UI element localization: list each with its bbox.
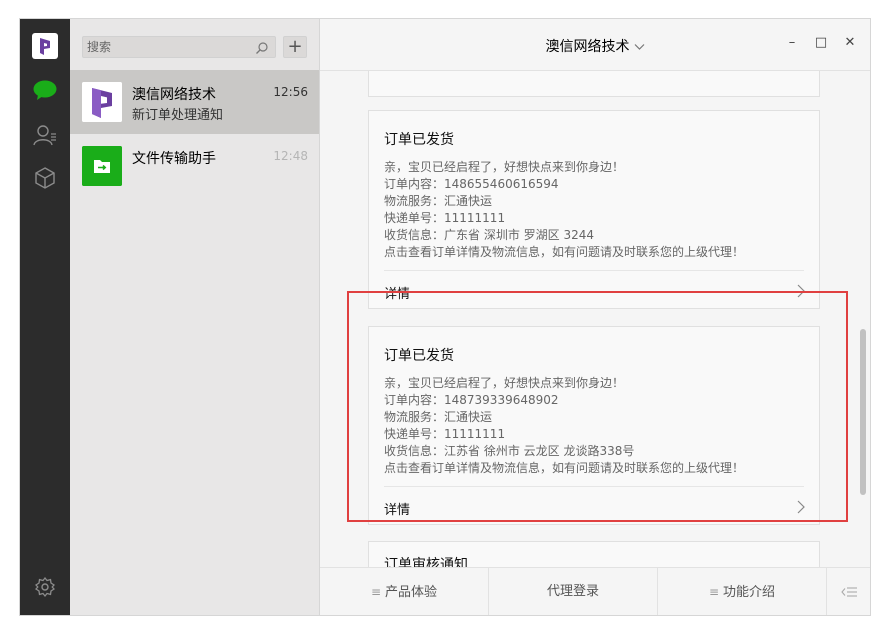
navigation-sidebar	[20, 19, 70, 615]
chat-time: 12:48	[273, 149, 308, 163]
menu-lines-icon: ≡	[370, 585, 382, 599]
card-logistics: 物流服务：汇通快运	[384, 194, 493, 208]
menu-product-experience[interactable]: ≡ 产品体验	[320, 568, 489, 615]
menu-label: 产品体验	[385, 585, 438, 600]
settings-icon[interactable]	[20, 576, 70, 606]
session-list: + 澳信网络技术 新订单处理通知 12:56	[70, 19, 320, 615]
chat-item-aoxin[interactable]: 澳信网络技术 新订单处理通知 12:56	[70, 70, 319, 134]
menu-label: 代理登录	[546, 584, 599, 599]
chat-title-text: 澳信网络技术	[545, 39, 630, 55]
chat-panel: 澳信网络技术 – □ ✕ 订单已发货 亲，宝贝已经启程了，好想快点来到你身边！ …	[320, 19, 870, 615]
chat-item-file-transfer[interactable]: 文件传输助手 12:48	[70, 134, 319, 198]
close-button[interactable]: ✕	[842, 35, 858, 51]
search-input[interactable]	[83, 37, 253, 57]
add-chat-button[interactable]: +	[283, 36, 307, 58]
card-order-content: 订单内容：148655460616594	[384, 177, 559, 191]
highlight-box	[347, 291, 848, 522]
card-title: 订单已发货	[384, 132, 454, 148]
scrollbar[interactable]	[860, 329, 866, 495]
chat-header: 澳信网络技术 – □ ✕	[320, 19, 870, 71]
keyboard-toggle-button[interactable]	[827, 568, 870, 615]
divider	[384, 270, 804, 271]
maximize-button[interactable]: □	[813, 35, 829, 51]
order-shipped-card[interactable]: 订单已发货 亲，宝贝已经启程了，好想快点来到你身边！ 订单内容：14865546…	[368, 110, 820, 309]
menu-agent-login[interactable]: 代理登录	[489, 568, 658, 615]
switch-input-icon	[840, 586, 857, 597]
chat-name: 澳信网络技术	[132, 87, 216, 103]
avatar	[82, 82, 122, 122]
chat-icon[interactable]	[20, 79, 70, 109]
card-title: 订单审核通知	[384, 557, 468, 567]
chat-preview: 新订单处理通知	[132, 108, 224, 123]
chat-time: 12:56	[273, 85, 308, 99]
menu-feature-intro[interactable]: ≡ 功能介绍	[658, 568, 827, 615]
search-icon[interactable]	[255, 40, 269, 59]
card-tracking-number: 快递单号：11111111	[384, 211, 506, 225]
service-menu-bar: ≡ 产品体验 代理登录 ≡ 功能介绍	[320, 567, 870, 615]
chat-name: 文件传输助手	[132, 151, 216, 167]
order-review-card[interactable]: 订单审核通知	[368, 541, 820, 567]
search-box[interactable]	[82, 36, 276, 58]
favorites-box-icon[interactable]	[20, 166, 70, 196]
minimize-button[interactable]: –	[784, 35, 800, 51]
card-address: 收货信息：广东省 深圳市 罗湖区 3244	[384, 228, 594, 242]
wechat-window: + 澳信网络技术 新订单处理通知 12:56	[20, 19, 870, 615]
card-greeting: 亲，宝贝已经启程了，好想快点来到你身边！	[384, 160, 625, 174]
file-transfer-icon	[82, 146, 122, 186]
app-logo[interactable]	[32, 33, 58, 59]
card-note: 点击查看订单详情及物流信息，如有问题请及时联系您的上级代理！	[384, 245, 745, 259]
menu-lines-icon: ≡	[708, 585, 720, 599]
menu-label: 功能介绍	[723, 585, 776, 600]
chevron-down-icon[interactable]	[634, 39, 645, 55]
message-card-partial	[368, 71, 820, 97]
message-feed[interactable]: 订单已发货 亲，宝贝已经启程了，好想快点来到你身边！ 订单内容：14865546…	[320, 71, 870, 567]
contacts-icon[interactable]	[20, 124, 70, 154]
